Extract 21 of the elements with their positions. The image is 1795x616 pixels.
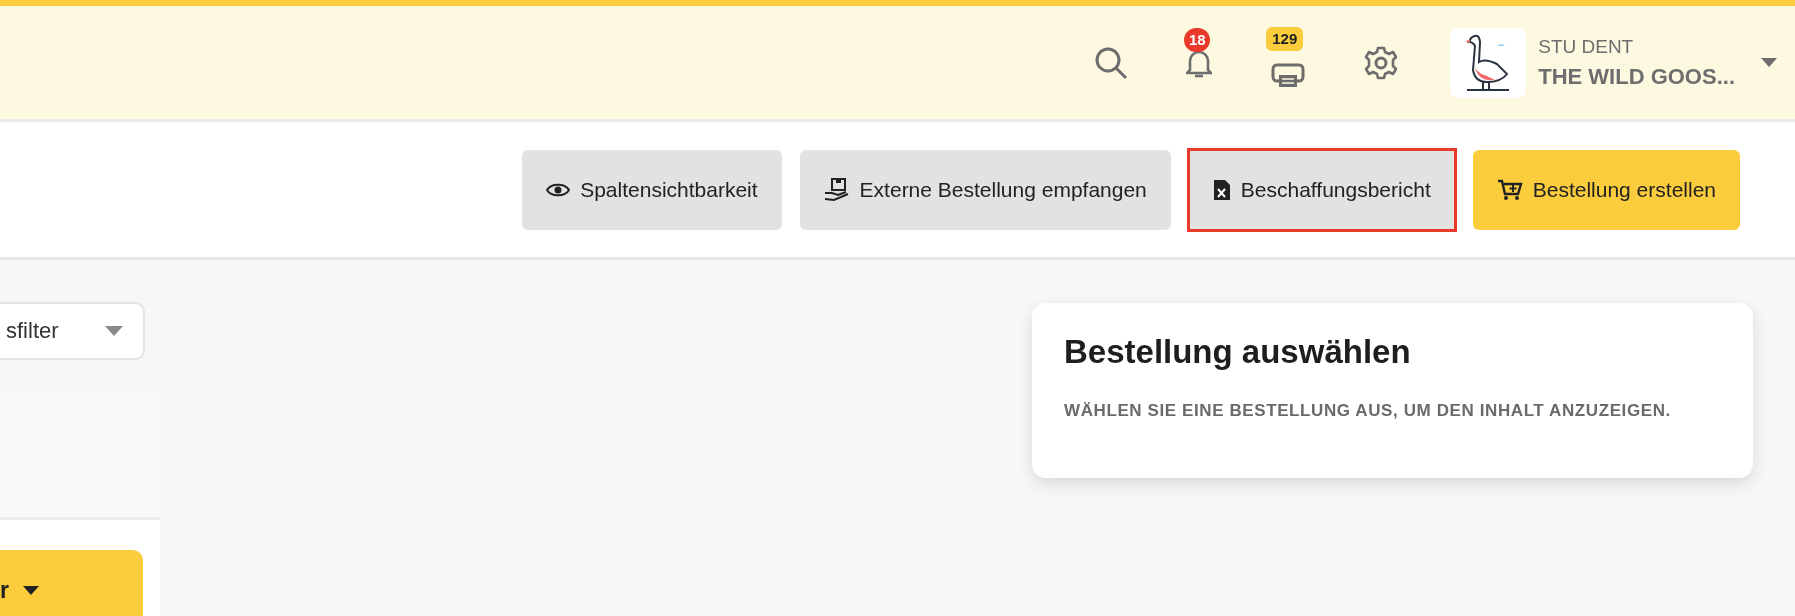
toolbar-button[interactable]: Beschaffungsbericht [1188,149,1455,230]
search-icon[interactable] [1094,45,1129,80]
caret-icon [105,326,123,336]
card-title: Bestellung auswählen [1064,333,1412,371]
settings-icon[interactable] [1364,45,1399,80]
cart-plus-icon [1496,178,1523,201]
filter-dropdown[interactable]: sfilter [0,302,145,360]
eye-icon [546,181,571,198]
hand-package-icon [823,177,850,202]
user-name: STU DENT [1538,35,1635,58]
print-queue-badge: 129 [1266,26,1304,51]
caret-icon [22,585,39,595]
caret-icon[interactable] [1761,58,1777,67]
action-button[interactable]: r [0,550,143,616]
toolbar-button[interactable]: Bestellung erstellen [1472,149,1740,230]
notification-badge: 18 [1184,27,1211,52]
excel-file-icon [1212,178,1231,201]
toolbar-button[interactable]: Spaltensichtbarkeit [522,149,782,230]
organization-name: THE WILD GOOS... [1538,63,1735,90]
toolbar-button[interactable]: Externe Bestellung empfangen [799,149,1171,230]
card-message: WÄHLEN SIE EINE BESTELLUNG AUS, UM DEN INHALT ANZUZEIGEN. [1064,401,1672,421]
